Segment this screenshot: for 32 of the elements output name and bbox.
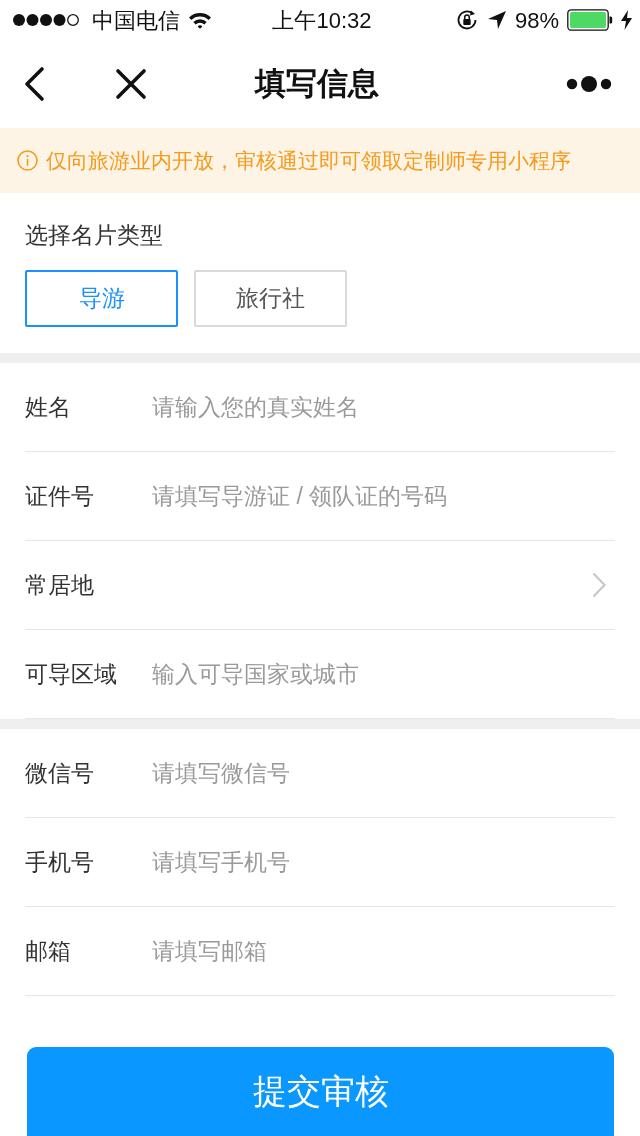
field-label: 常居地 [25,570,95,600]
more-icon[interactable] [566,75,612,93]
text-field[interactable]: 请填写导游证 / 领队证的号码 [152,474,615,518]
section-label: 选择名片类型 [25,221,163,250]
field-label: 可导区域 [25,659,118,689]
card-type-option[interactable]: 旅行社 [194,270,347,327]
status-time: 上午10:32 [272,6,372,35]
carrier-name: 中国电信 [92,6,180,35]
charging-bolt-icon [621,10,632,30]
location-arrow-icon [486,10,507,30]
back-icon[interactable] [22,66,46,102]
text-field[interactable]: 请输入您的真实姓名 [152,385,615,429]
battery-percent: 98% [514,6,559,35]
field-label: 姓名 [25,392,72,422]
text-field[interactable]: 请填写手机号 [152,840,615,884]
text-field[interactable]: 请填写微信号 [152,751,615,795]
field-label: 手机号 [25,847,95,877]
field-label: 证件号 [25,481,95,511]
battery-icon [567,9,613,31]
wifi-icon [188,11,212,29]
field-label: 邮箱 [25,936,72,966]
card-type-option[interactable]: 导游 [25,270,178,327]
submit-button[interactable]: 提交审核 [27,1047,614,1136]
signal-icon [12,13,80,27]
text-field[interactable]: 输入可导国家或城市 [152,652,615,696]
page-title: 填写信息 [255,65,379,103]
chevron-icon [592,572,606,598]
close-icon[interactable] [115,68,147,100]
notice-text: 仅向旅游业内开放，审核通过即可领取定制师专用小程序 [46,147,571,174]
text-field[interactable]: 请填写邮箱 [152,929,615,973]
field-label: 微信号 [25,758,95,788]
info-icon [17,150,38,171]
